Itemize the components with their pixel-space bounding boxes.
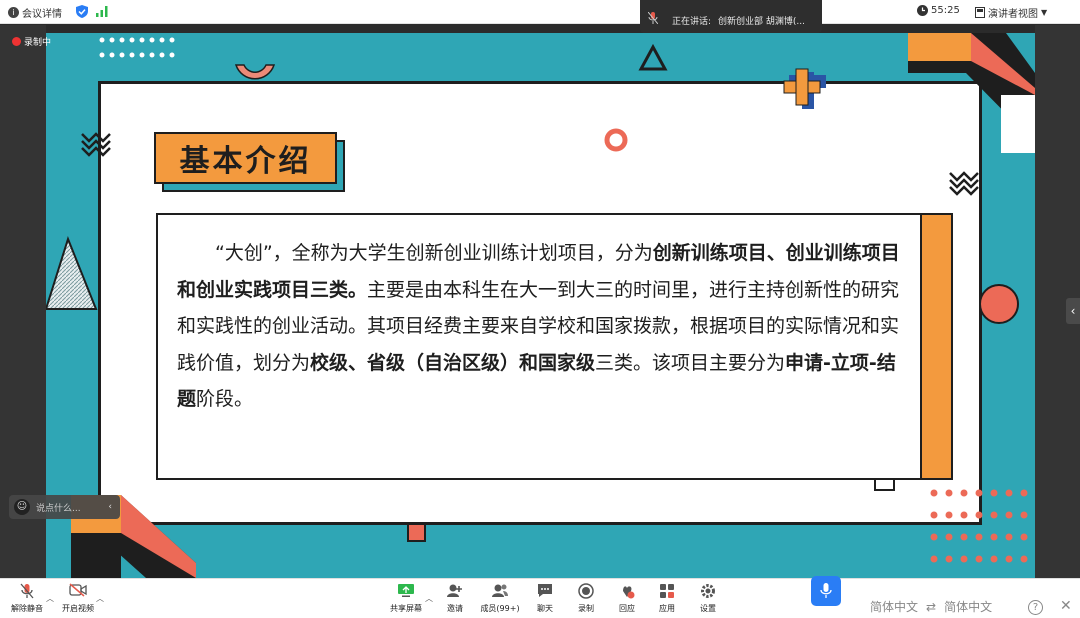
- view-mode-label: 演讲者视图: [988, 9, 1038, 20]
- signal-icon: [96, 6, 108, 17]
- coral-circle-decoration: [979, 284, 1019, 324]
- reaction-icon: [605, 583, 649, 603]
- mic-muted-icon: [5, 583, 49, 603]
- collapse-icon[interactable]: ‹: [108, 502, 112, 512]
- share-label: 共享屏幕: [390, 604, 422, 613]
- slide-content-box: “大创”，全称为大学生创新创业训练计划项目，分为创新训练项目、创业训练项目和创业…: [156, 213, 953, 480]
- security-shield-button[interactable]: [76, 5, 88, 18]
- chevron-up-icon[interactable]: ︿: [425, 593, 433, 604]
- dot-grid-decoration-coral: [930, 489, 1028, 563]
- reaction-label: 回应: [619, 604, 635, 613]
- record-label: 录制: [578, 604, 594, 613]
- paragraph-bold-run: 校级、省级（自治区级）和国家级: [310, 351, 596, 374]
- translation-language-bar: 简体中文 ⇄ 简体中文: [870, 598, 992, 615]
- chat-label: 聊天: [537, 604, 553, 613]
- dot-grid-decoration: [99, 37, 175, 58]
- apps-label: 应用: [659, 604, 675, 613]
- content-accent-bar: [920, 215, 951, 478]
- emoji-icon[interactable]: ☺: [14, 499, 30, 515]
- record-button[interactable]: 录制: [564, 583, 608, 614]
- network-signal-button[interactable]: [96, 6, 108, 17]
- target-language[interactable]: 简体中文: [944, 598, 992, 615]
- meeting-info-button[interactable]: i 会议详情: [8, 5, 62, 20]
- record-icon: [564, 583, 608, 603]
- share-screen-button[interactable]: 共享屏幕: [384, 583, 428, 614]
- video-label: 开启视频: [62, 604, 94, 613]
- swap-icon[interactable]: ⇄: [926, 600, 936, 614]
- timer-value: 55:25: [931, 5, 960, 16]
- members-icon: [476, 583, 524, 603]
- chat-placeholder: 说点什么...: [36, 503, 81, 514]
- start-video-button[interactable]: 开启视频: [56, 583, 100, 614]
- block-decoration-top-right: [908, 33, 1035, 153]
- chevron-up-icon[interactable]: ︿: [46, 593, 54, 604]
- small-square-decoration: [407, 523, 426, 542]
- share-screen-icon: [384, 583, 428, 603]
- hatched-triangle-decoration: [46, 236, 98, 310]
- chat-icon: [523, 583, 567, 603]
- settings-button[interactable]: 设置: [686, 583, 730, 614]
- meeting-timer: 55:25: [917, 5, 960, 16]
- active-speaker-indicator: 正在讲话: 创新创业部 胡渊博(...: [640, 0, 822, 33]
- triangle-outline-decoration: [638, 43, 668, 71]
- record-dot-icon: [12, 37, 21, 46]
- voice-input-button[interactable]: [811, 576, 841, 606]
- chat-quick-input[interactable]: ☺ 说点什么... ‹: [9, 495, 120, 519]
- recording-label: 录制中: [24, 38, 52, 48]
- mic-icon: [820, 583, 832, 598]
- paragraph-run: 阶段。: [196, 388, 254, 411]
- unmute-button[interactable]: 解除静音: [5, 583, 49, 614]
- gear-icon: [686, 583, 730, 603]
- help-icon[interactable]: ?: [1028, 600, 1043, 615]
- paragraph-run: “大创”，全称为大学生创新创业训练计划项目，分为: [215, 242, 653, 264]
- close-icon[interactable]: ✕: [1060, 598, 1072, 614]
- chevron-down-icon: ▼: [1041, 8, 1048, 17]
- invite-button[interactable]: 邀请: [433, 583, 477, 614]
- paragraph-run: 三类。该项目主要分为: [595, 351, 786, 374]
- source-language[interactable]: 简体中文: [870, 598, 918, 615]
- ring-decoration: [604, 128, 628, 152]
- slide-title: 基本介绍: [154, 132, 337, 184]
- chevron-up-icon[interactable]: ︿: [96, 593, 104, 604]
- view-mode-dropdown[interactable]: 演讲者视图 ▼: [975, 5, 1047, 20]
- invite-icon: [433, 583, 477, 603]
- shared-slide: 基本介绍 “大创”，全称为大学生创新创业训练计划项目，分为创新训练项目、创业训练…: [46, 33, 1035, 578]
- mic-muted-icon: [648, 12, 658, 24]
- layout-icon: [975, 7, 985, 18]
- recording-indicator: 录制中: [12, 35, 51, 48]
- info-icon: i: [8, 7, 19, 18]
- chat-button[interactable]: 聊天: [523, 583, 567, 614]
- video-off-icon: [56, 583, 100, 603]
- clock-icon: [917, 5, 928, 16]
- apps-button[interactable]: 应用: [645, 583, 689, 614]
- semicircle-decoration: [234, 64, 276, 80]
- speaker-name: 创新创业部 胡渊博(...: [718, 17, 805, 27]
- plus-decoration: [783, 68, 826, 109]
- shield-icon: [76, 5, 88, 18]
- top-bar: i 会议详情 55:25 演讲者视图 ▼: [0, 0, 1080, 24]
- slide-paragraph: “大创”，全称为大学生创新创业训练计划项目，分为创新训练项目、创业训练项目和创业…: [177, 235, 907, 418]
- expand-side-panel-button[interactable]: ‹: [1066, 298, 1080, 324]
- zigzag-decoration-right: [949, 171, 979, 196]
- unmute-label: 解除静音: [11, 604, 43, 613]
- invite-label: 邀请: [447, 604, 463, 613]
- apps-icon: [645, 583, 689, 603]
- members-button[interactable]: 成员(99+): [476, 583, 524, 614]
- members-label: 成员(99+): [480, 604, 520, 613]
- meeting-info-label: 会议详情: [22, 9, 62, 20]
- settings-label: 设置: [700, 604, 716, 613]
- zigzag-decoration-left: [81, 132, 111, 157]
- speaker-prefix: 正在讲话:: [672, 17, 712, 27]
- reaction-button[interactable]: 回应: [605, 583, 649, 614]
